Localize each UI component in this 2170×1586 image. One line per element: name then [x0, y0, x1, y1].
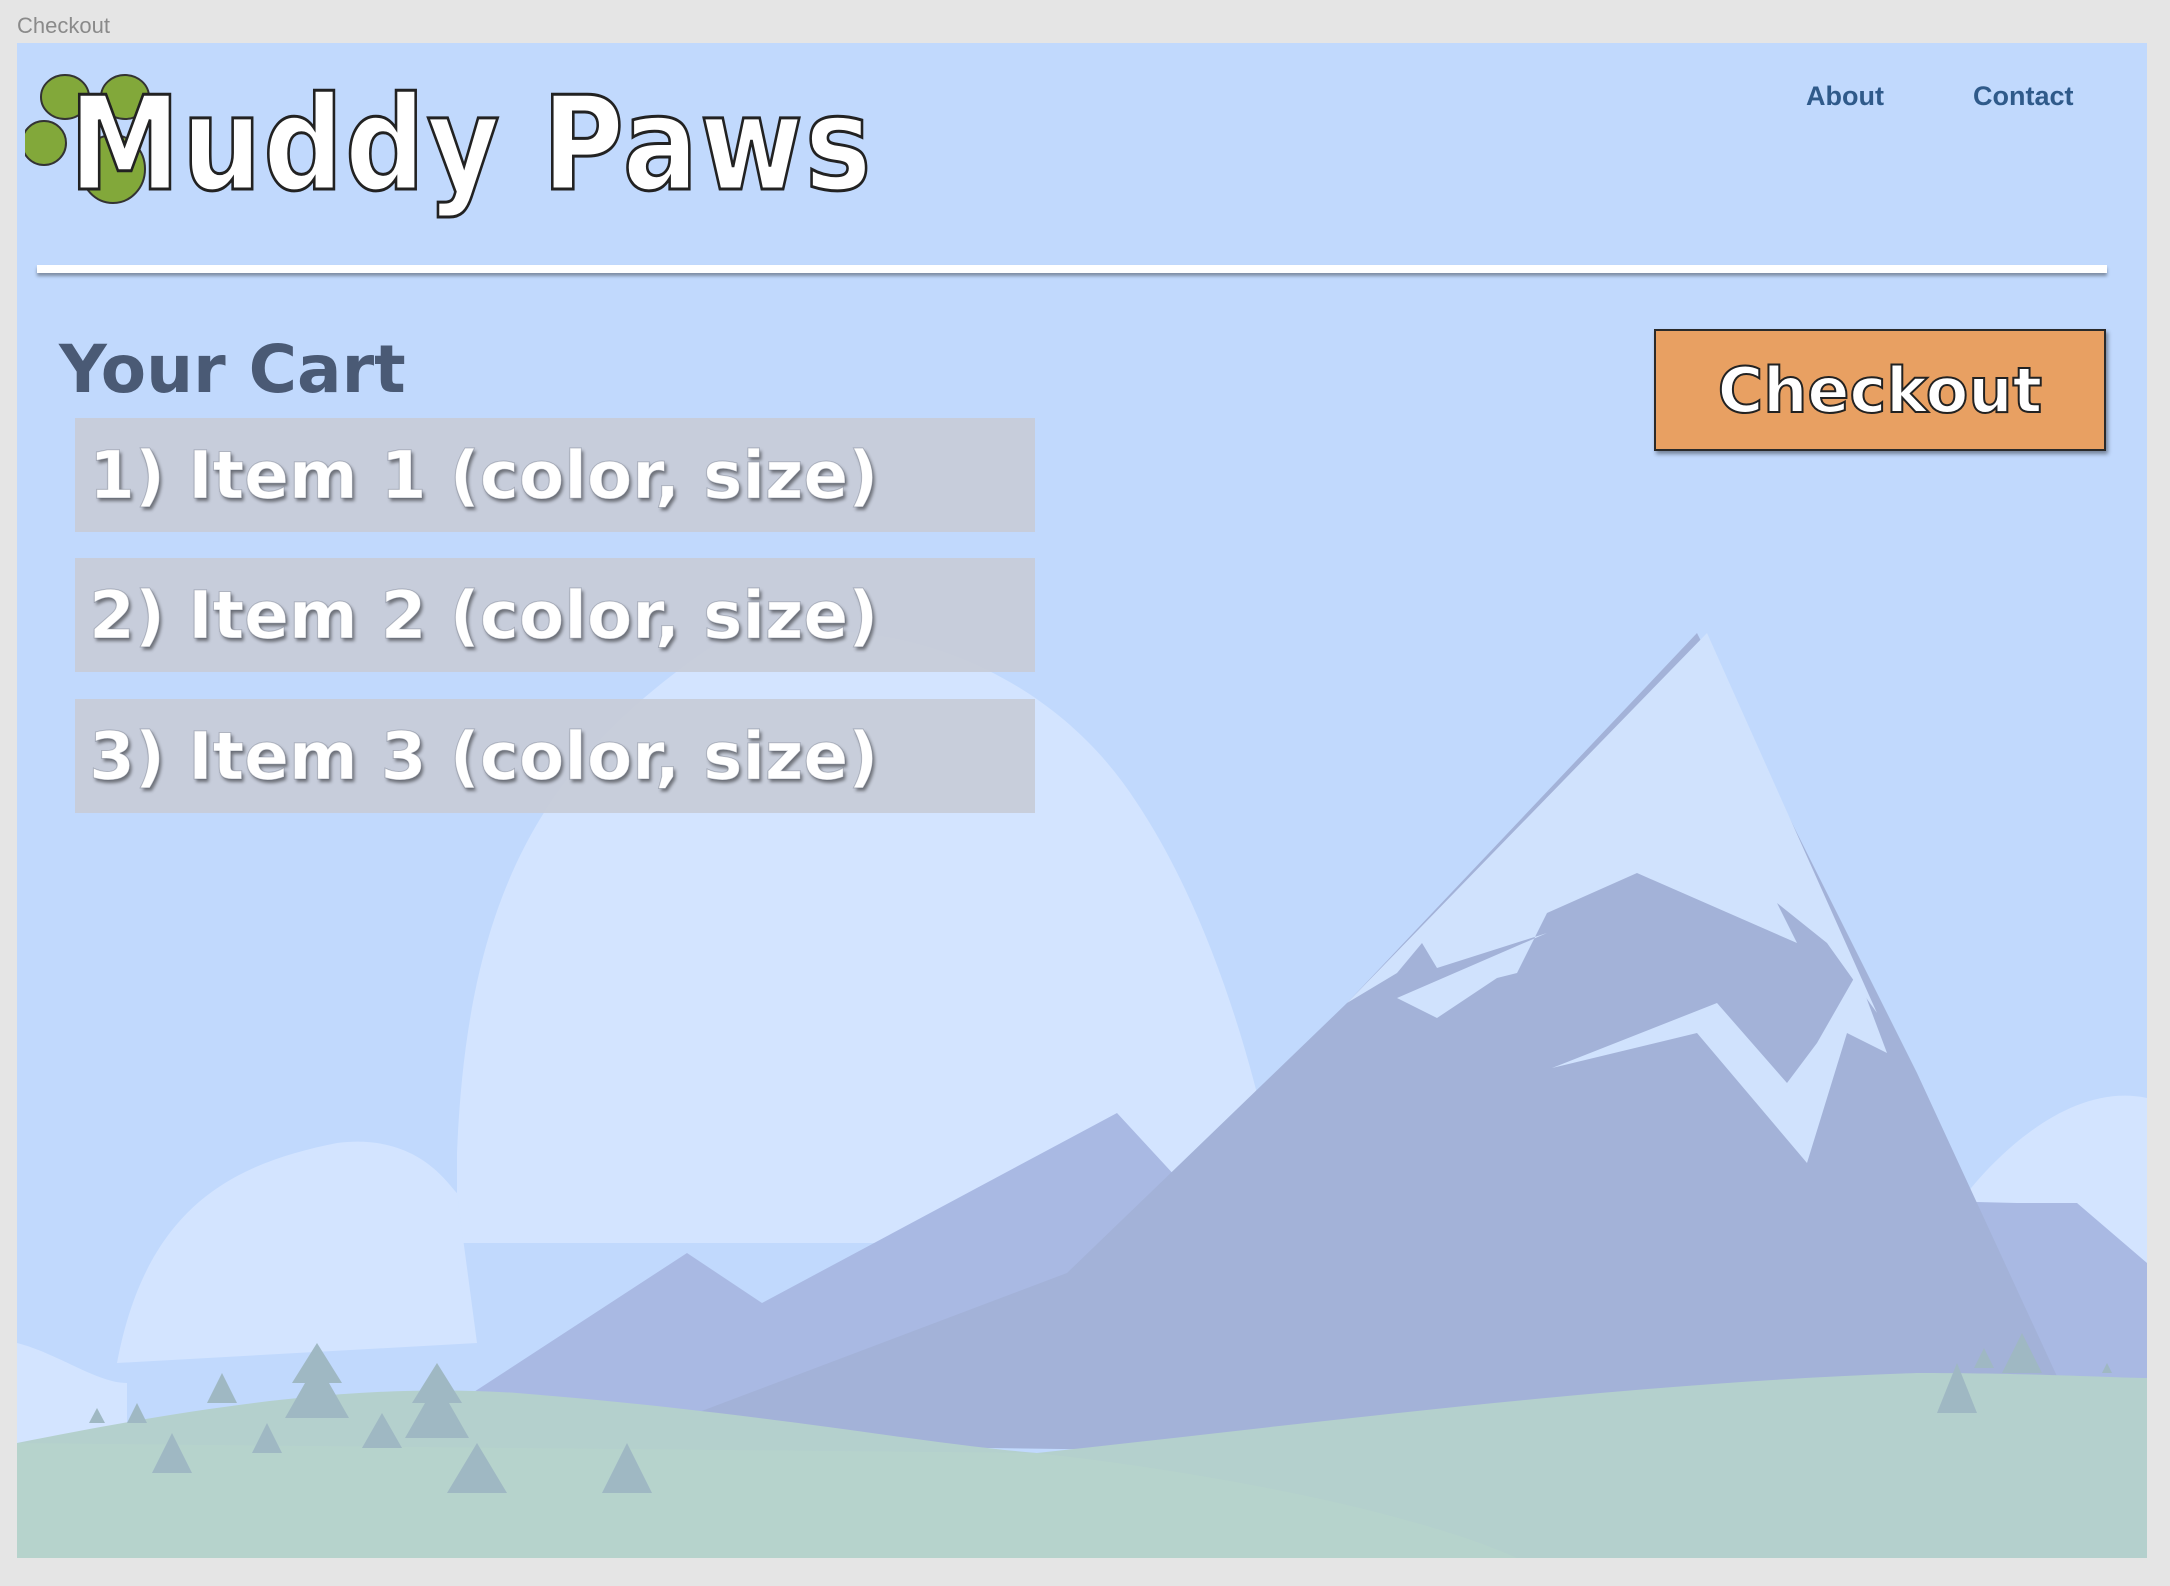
cart-title: Your Cart: [59, 331, 406, 408]
cart-item-label: 3) Item 3 (color, size): [88, 717, 879, 795]
cart-item-2[interactable]: 2) Item 2 (color, size): [75, 558, 1035, 672]
nav-link-contact[interactable]: Contact: [1973, 81, 2074, 112]
frame-label: Checkout: [17, 13, 110, 38]
cart-item-3[interactable]: 3) Item 3 (color, size): [75, 699, 1035, 813]
checkout-button[interactable]: Checkout: [1654, 329, 2106, 451]
nav-link-about[interactable]: About: [1806, 81, 1884, 112]
brand-title[interactable]: Muddy Paws: [68, 78, 873, 211]
cart-item-label: 2) Item 2 (color, size): [88, 576, 879, 654]
checkout-button-label: Checkout: [1717, 353, 2043, 428]
cart-item-1[interactable]: 1) Item 1 (color, size): [75, 418, 1035, 532]
header-divider: [37, 265, 2107, 273]
cart-item-label: 1) Item 1 (color, size): [88, 436, 879, 514]
page-artboard: Muddy Paws About Contact Your Cart 1) It…: [17, 43, 2147, 1558]
